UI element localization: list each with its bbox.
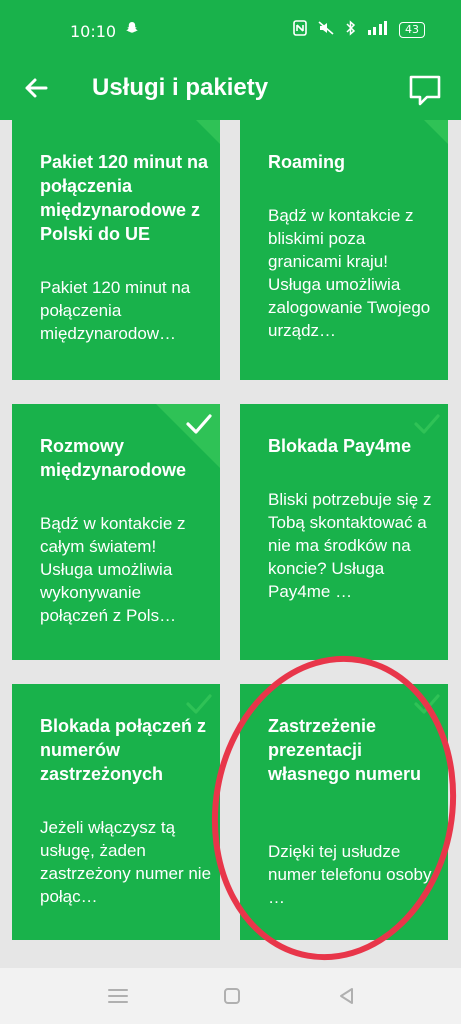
service-card[interactable]: Blokada Pay4me Bliski potrzebuje się z T… xyxy=(240,404,448,660)
mute-icon xyxy=(317,20,335,39)
battery-icon: 43 xyxy=(399,21,425,38)
back-icon[interactable] xyxy=(334,984,358,1008)
service-card-description: Pakiet 120 minut na połączenia międzynar… xyxy=(40,278,191,343)
service-card[interactable]: Blokada połączeń z numerów zastrzeżonych… xyxy=(12,684,220,940)
service-card-description: Bądź w kontakcie z bliskimi poza granica… xyxy=(268,206,431,340)
service-card-description: Jeżeli włączysz tą usługę, żaden zastrze… xyxy=(40,818,212,906)
service-card[interactable]: Roaming Bądź w kontakcie z bliskimi poza… xyxy=(240,120,448,380)
services-grid: Pakiet 120 minut na połączenia międzynar… xyxy=(0,120,461,968)
service-card-title: Blokada Pay4me xyxy=(268,436,412,456)
page-title: Usługi i pakiety xyxy=(92,74,269,101)
chat-icon[interactable] xyxy=(405,70,445,110)
service-card-title: Zastrzeżenie prezentacji własnego numeru xyxy=(268,716,422,784)
service-card-title: Blokada połączeń z numerów zastrzeżonych xyxy=(40,716,207,784)
service-card[interactable]: Pakiet 120 minut na połączenia międzynar… xyxy=(12,120,220,380)
status-bar: 10:10 43 xyxy=(0,0,461,60)
service-card-description: Bliski potrzebuje się z Tobą skontaktowa… xyxy=(268,490,432,601)
service-card-title: Rozmowy międzynarodowe xyxy=(40,436,187,480)
service-card-description: Dzięki tej usłudze numer telefonu osoby … xyxy=(268,842,432,907)
nfc-icon xyxy=(293,20,307,39)
service-card-description: Bądź w kontakcie z całym światem! Usługa… xyxy=(40,514,186,625)
menu-icon[interactable] xyxy=(106,984,130,1008)
status-time: 10:10 xyxy=(70,22,117,41)
navigation-bar xyxy=(0,968,461,1024)
signal-icon xyxy=(367,20,389,39)
service-card-title: Pakiet 120 minut na połączenia międzynar… xyxy=(40,152,209,244)
snapchat-icon xyxy=(124,20,140,41)
bluetooth-icon xyxy=(345,20,357,39)
home-icon[interactable] xyxy=(220,984,244,1008)
checkmark-icon xyxy=(424,120,448,144)
app-bar: Usługi i pakiety xyxy=(0,60,461,120)
status-icons: 43 xyxy=(293,20,425,39)
back-arrow-icon[interactable] xyxy=(18,70,54,106)
service-card[interactable]: Rozmowy międzynarodowe Bądź w kontakcie … xyxy=(12,404,220,660)
checkmark-icon xyxy=(196,120,220,144)
service-card[interactable]: Zastrzeżenie prezentacji własnego numeru… xyxy=(240,684,448,940)
service-card-title: Roaming xyxy=(268,152,346,172)
